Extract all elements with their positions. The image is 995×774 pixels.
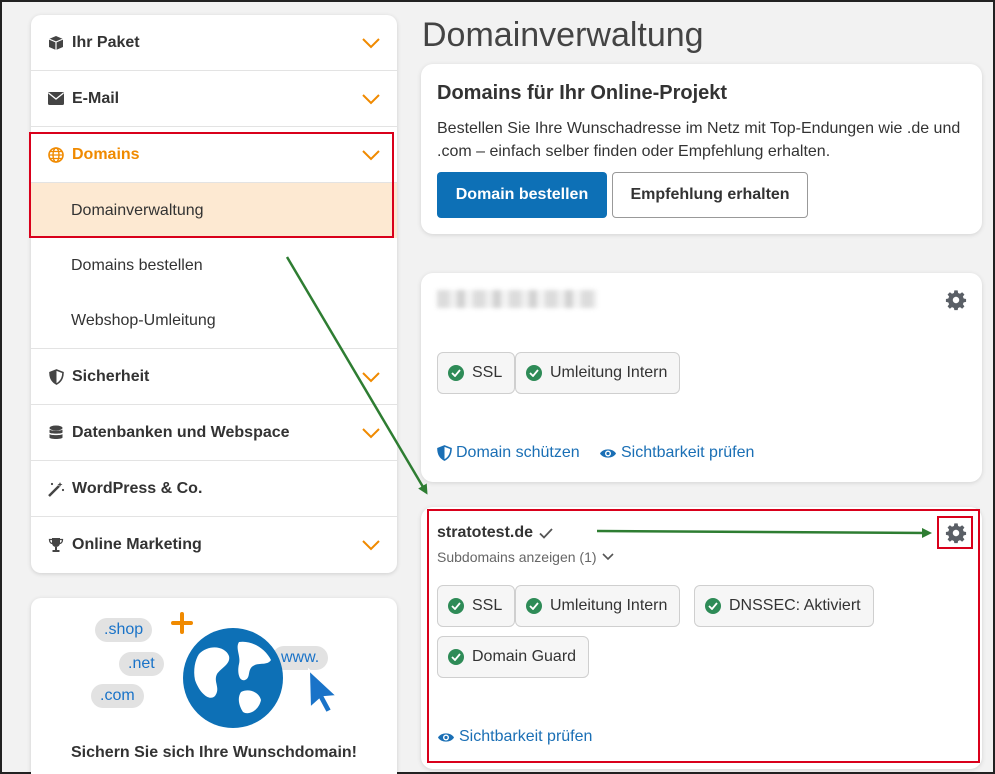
magic-wand-icon [47, 480, 65, 498]
sidebar-item-ihr-paket[interactable]: Ihr Paket [31, 15, 397, 71]
globe-illustration-icon [183, 628, 283, 728]
check-circle-icon [448, 598, 464, 614]
tag-label: SSL [472, 597, 503, 614]
sidebar-item-datenbanken[interactable]: Datenbanken und Webspace [31, 405, 397, 461]
sidebar-item-label: Online Marketing [72, 536, 202, 553]
get-recommendation-button[interactable]: Empfehlung erhalten [612, 172, 808, 218]
chevron-down-icon [362, 540, 380, 551]
tag-label: Domain Guard [472, 648, 577, 665]
card-title: Domains für Ihr Online-Projekt [437, 82, 728, 104]
check-visibility-link[interactable]: Sichtbarkeit prüfen [599, 444, 754, 462]
link-label: Domain schützen [456, 444, 580, 461]
sidebar-item-sicherheit[interactable]: Sicherheit [31, 349, 397, 405]
sidebar-subitem-webshop-umleitung[interactable]: Webshop-Umleitung [31, 293, 397, 348]
sidebar-item-online-marketing[interactable]: Online Marketing [31, 517, 397, 573]
chevron-down-icon [362, 93, 380, 104]
tag-label: Umleitung Intern [550, 597, 668, 614]
database-icon [47, 424, 65, 442]
bubble-com: .com [91, 684, 144, 708]
sidebar-item-label: WordPress & Co. [72, 479, 203, 497]
cursor-icon [307, 668, 340, 714]
blurred-domain-name [437, 290, 597, 308]
check-circle-icon [526, 365, 542, 381]
tag-ssl: SSL [437, 585, 516, 627]
envelope-icon [47, 90, 65, 108]
checkmark-icon [539, 527, 553, 539]
gear-icon[interactable] [945, 522, 967, 544]
sidebar-item-wordpress[interactable]: WordPress & Co. [31, 461, 397, 517]
domains-submenu: Domainverwaltung Domains bestellen Websh… [31, 183, 397, 349]
sidebar-subitem-domainverwaltung[interactable]: Domainverwaltung [31, 183, 397, 238]
chevron-down-icon [362, 37, 380, 48]
trophy-icon [47, 536, 65, 554]
domain-name: stratotest.de [437, 524, 553, 542]
bubble-net: .net [119, 652, 164, 676]
sidebar-item-label: Datenbanken und Webspace [72, 423, 290, 441]
chevron-down-icon [362, 371, 380, 382]
page-title: Domainverwaltung [422, 16, 704, 54]
subdomains-label: Subdomains anzeigen (1) [437, 549, 597, 565]
shield-icon [437, 445, 452, 461]
sidebar-subitem-domains-bestellen[interactable]: Domains bestellen [31, 238, 397, 293]
eye-icon [438, 732, 454, 742]
sidebar-item-label: Ihr Paket [72, 33, 140, 51]
sidebar-nav: Ihr Paket E-Mail Domains Domainverwaltun… [31, 15, 397, 573]
tag-umleitung-intern: Umleitung Intern [515, 352, 681, 394]
promo-text: Sichern Sie sich Ihre Wunschdomain! [71, 744, 357, 761]
check-circle-icon [448, 365, 464, 381]
promo-card[interactable]: .shop .net .com www. Sichern Sie sich Ih… [31, 598, 397, 774]
order-domain-button[interactable]: Domain bestellen [437, 172, 607, 218]
domain-name-text: stratotest.de [437, 524, 534, 541]
tag-label: DNSSEC: Aktiviert [729, 597, 861, 614]
sidebar-item-label: E-Mail [72, 89, 120, 107]
shield-icon [47, 368, 65, 386]
tag-domain-guard: Domain Guard [437, 636, 590, 678]
link-label: Sichtbarkeit prüfen [621, 444, 755, 461]
domain-card-1: SSL Umleitung Intern Domain schützen Sic… [421, 273, 982, 482]
gear-icon[interactable] [945, 289, 967, 311]
tag-ssl: SSL [437, 352, 516, 394]
bubble-shop: .shop [95, 618, 153, 642]
card-description: Bestellen Sie Ihre Wunschadresse im Netz… [437, 120, 961, 160]
tag-umleitung-intern: Umleitung Intern [515, 585, 681, 627]
order-domain-card: Domains für Ihr Online-Projekt Bestellen… [421, 64, 982, 234]
chevron-down-icon [362, 427, 380, 438]
sidebar-item-label: Sicherheit [72, 367, 150, 385]
tag-dnssec: DNSSEC: Aktiviert [694, 585, 874, 627]
link-label: Sichtbarkeit prüfen [459, 728, 593, 745]
check-circle-icon [448, 649, 464, 665]
protect-domain-link[interactable]: Domain schützen [437, 444, 580, 462]
box-icon [47, 34, 65, 52]
chevron-down-icon [362, 149, 380, 160]
show-subdomains-toggle[interactable]: Subdomains anzeigen (1) [437, 549, 614, 565]
check-circle-icon [526, 598, 542, 614]
sidebar-item-label: Domains [72, 145, 140, 163]
sidebar-item-email[interactable]: E-Mail [31, 71, 397, 127]
tag-label: Umleitung Intern [550, 364, 668, 381]
sidebar-item-domains[interactable]: Domains [31, 127, 397, 183]
check-visibility-link[interactable]: Sichtbarkeit prüfen [437, 728, 592, 746]
globe-icon [47, 146, 65, 164]
domain-card-2: stratotest.de Subdomains anzeigen (1) SS… [421, 507, 982, 769]
chevron-down-icon [601, 553, 614, 561]
check-circle-icon [705, 598, 721, 614]
tag-label: SSL [472, 364, 503, 381]
eye-icon [600, 448, 616, 458]
